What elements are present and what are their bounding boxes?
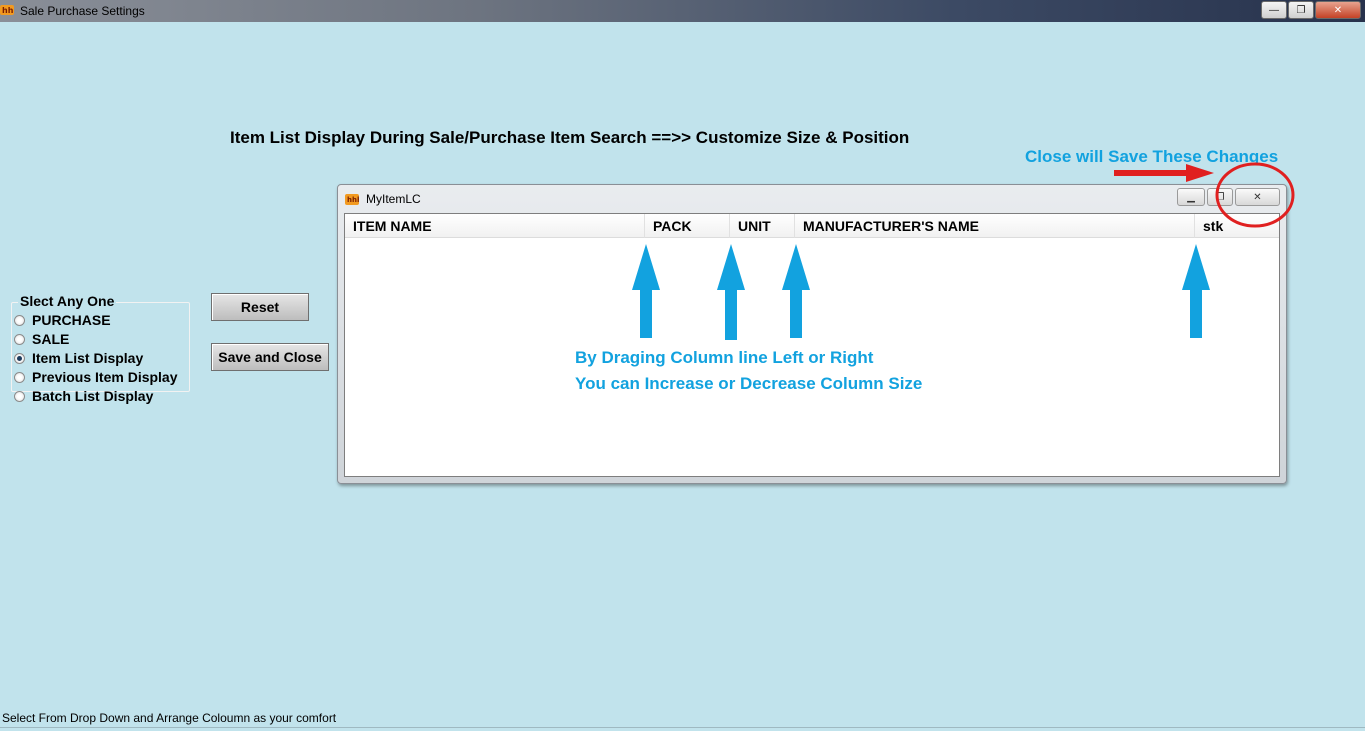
up-arrow-icon (782, 244, 810, 338)
annotation-overlay (632, 162, 1295, 340)
right-arrow-icon (1114, 170, 1190, 176)
up-arrow-icon (717, 244, 745, 340)
up-arrow-icon (632, 244, 660, 338)
status-text: Select From Drop Down and Arrange Coloum… (2, 711, 337, 725)
highlight-circle (1215, 162, 1295, 228)
up-arrow-icon (1182, 244, 1210, 338)
status-divider (0, 727, 1365, 728)
